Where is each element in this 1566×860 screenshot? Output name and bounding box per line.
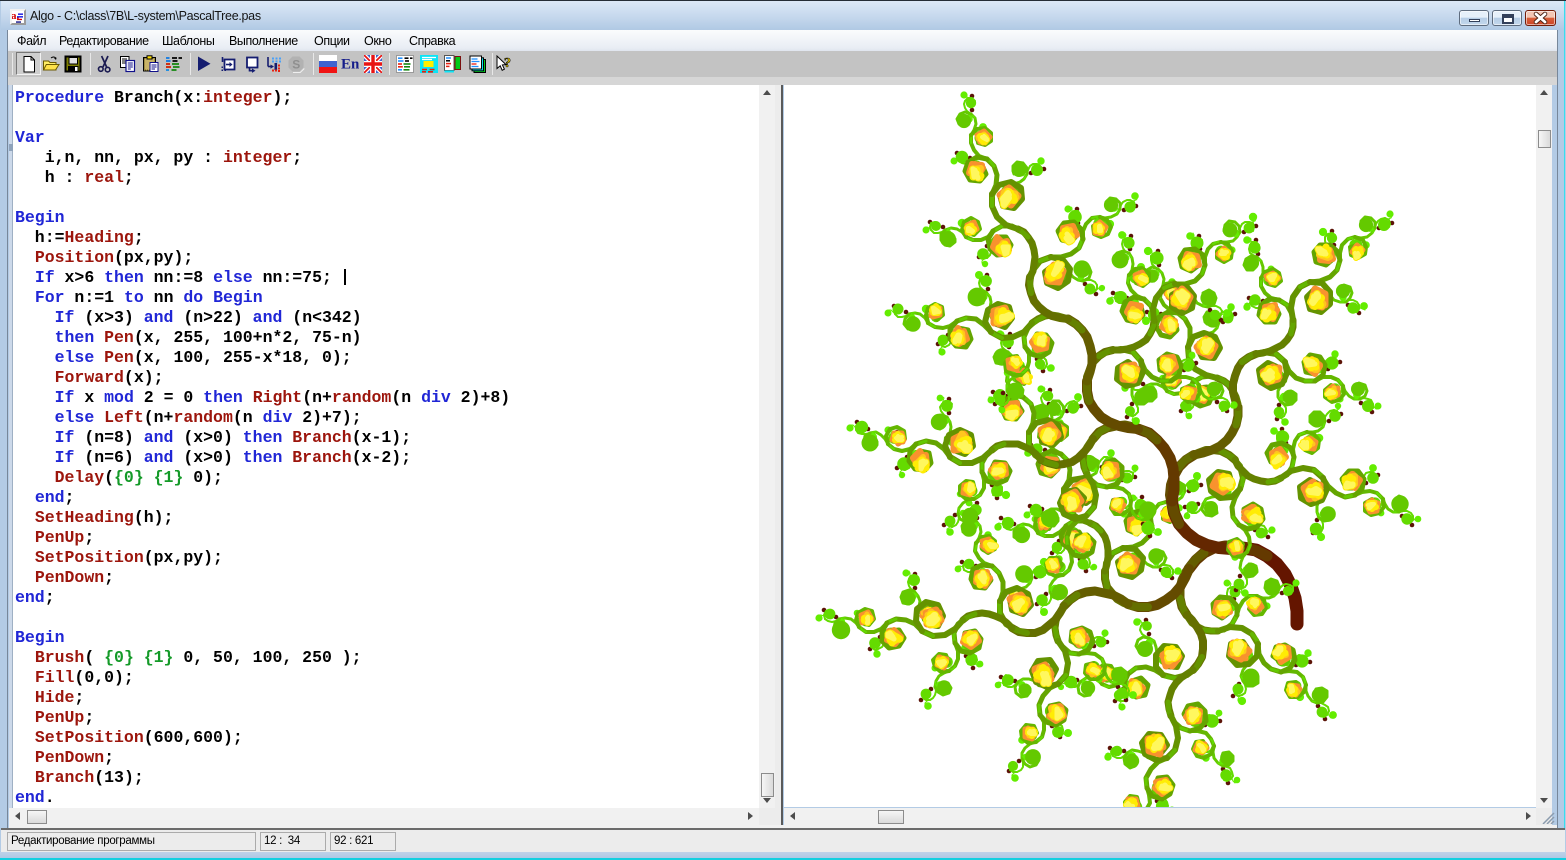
svg-text:En: En	[341, 57, 359, 73]
svg-text:a.: a.	[12, 10, 20, 22]
svg-text:S: S	[292, 58, 300, 72]
